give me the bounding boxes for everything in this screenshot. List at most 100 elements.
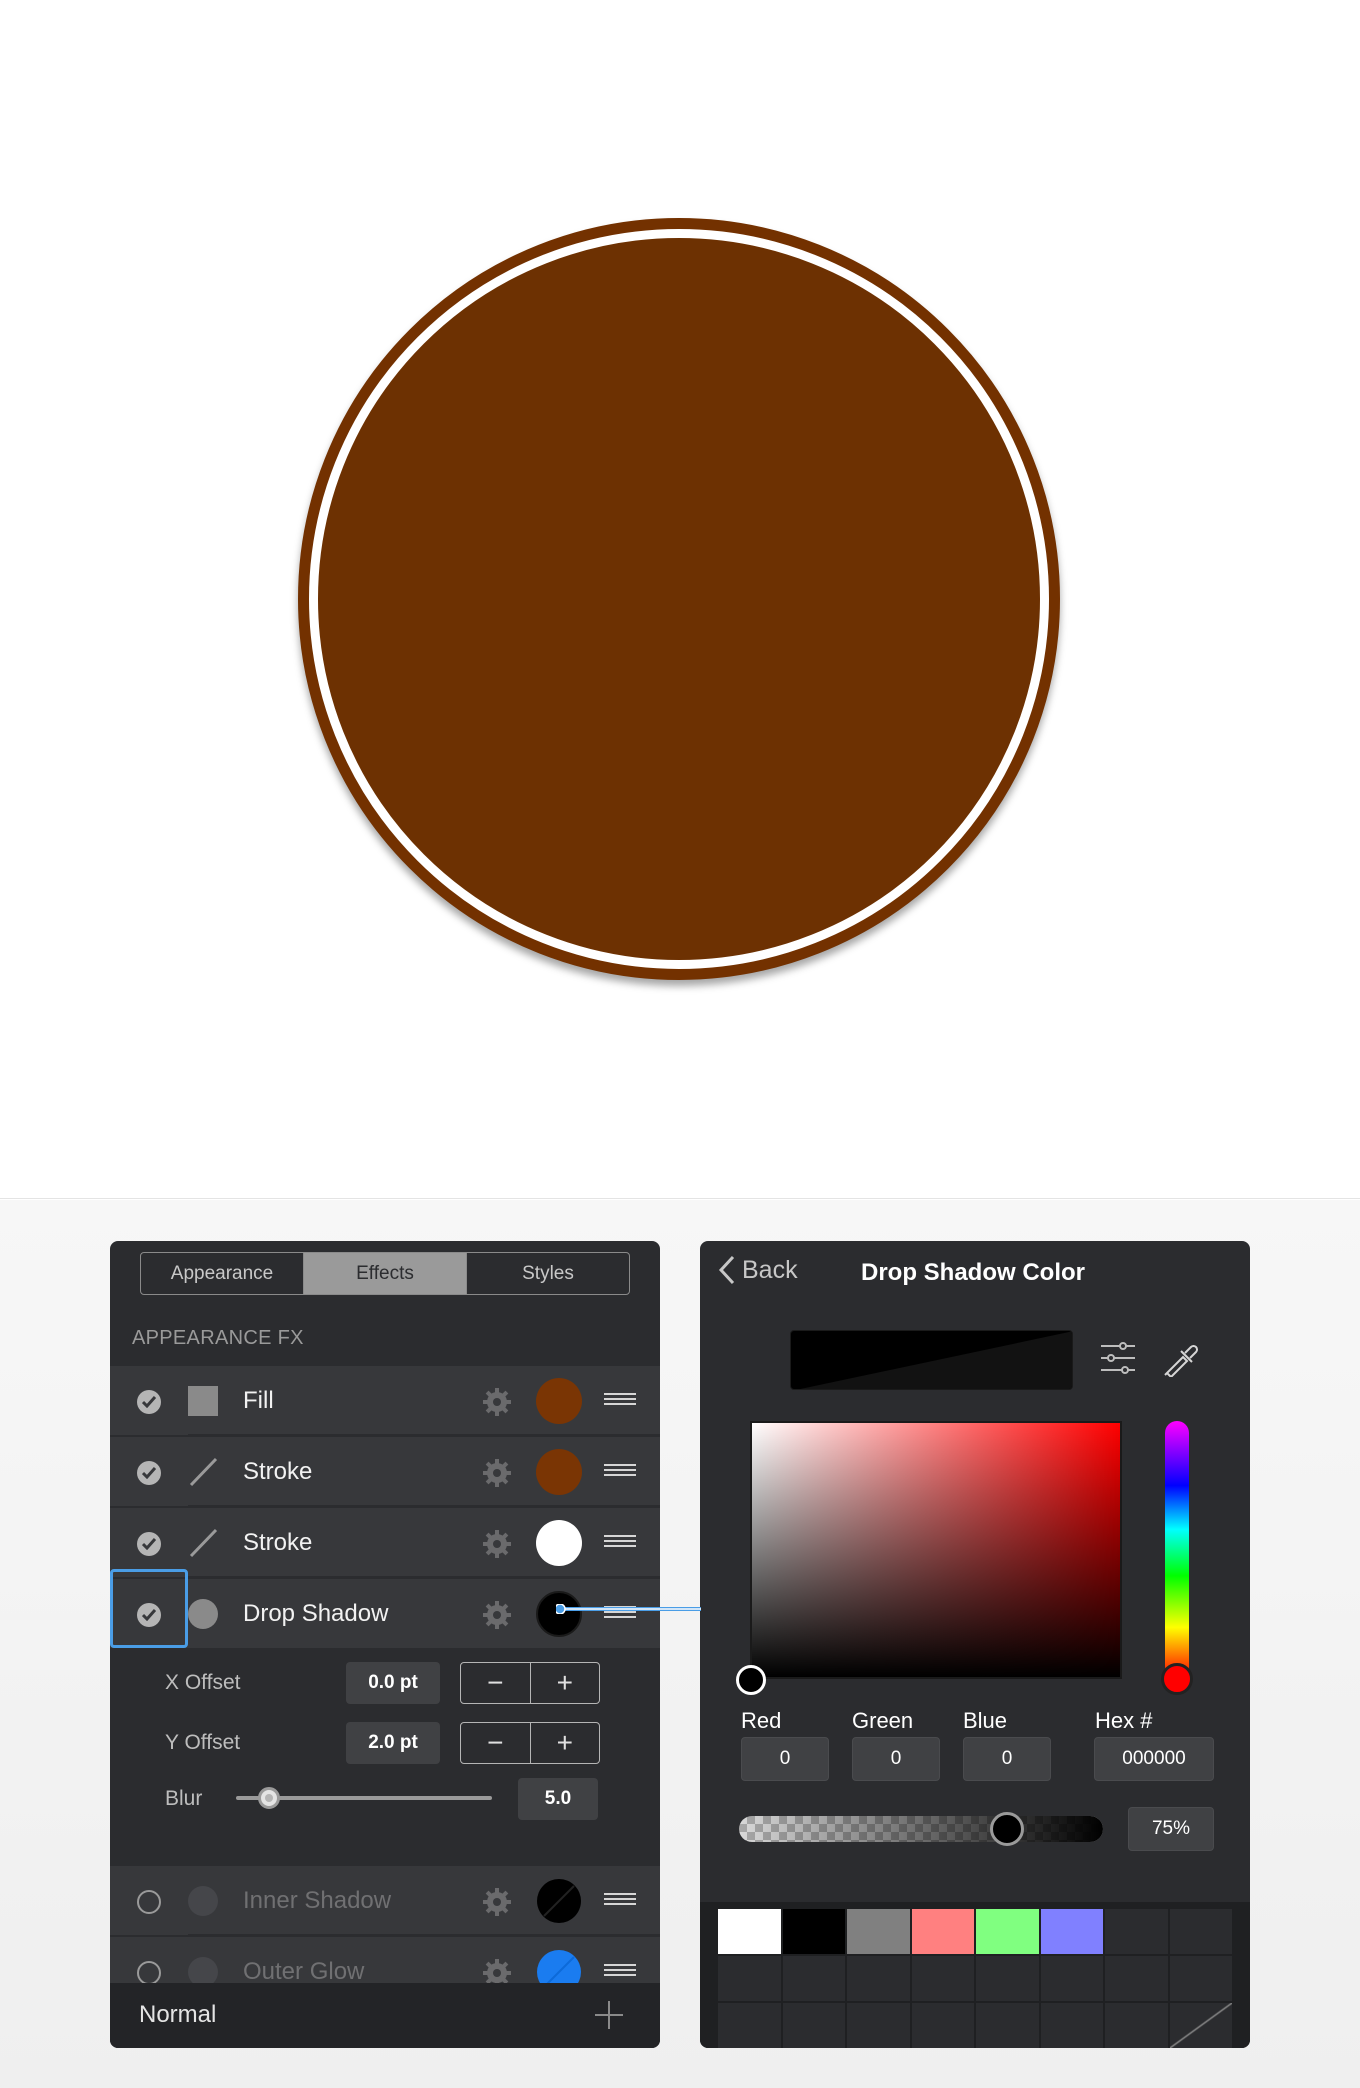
fill-color-swatch[interactable]: [536, 1378, 582, 1424]
shadow-color-swatch[interactable]: [536, 1591, 582, 1637]
toggle-off-icon[interactable]: [137, 1890, 161, 1914]
color-swatch[interactable]: [911, 1909, 974, 1954]
color-swatch[interactable]: [847, 2003, 910, 2048]
panel-title: Drop Shadow Color: [861, 1259, 1085, 1286]
inner-shadow-color-swatch[interactable]: [536, 1878, 582, 1924]
color-swatch[interactable]: [1105, 1909, 1168, 1954]
color-swatch[interactable]: [718, 1909, 781, 1954]
fx-row-fill[interactable]: Fill: [110, 1365, 660, 1435]
panels-area: Appearance Effects Styles APPEARANCE FX …: [0, 1200, 1360, 2088]
sliders-icon[interactable]: [1099, 1338, 1137, 1378]
color-swatch[interactable]: [976, 1956, 1039, 2001]
plus-icon[interactable]: [594, 2000, 624, 2030]
stroke-color-swatch[interactable]: [536, 1520, 582, 1566]
hex-label: Hex #: [1095, 1708, 1153, 1733]
check-icon[interactable]: [137, 1461, 161, 1485]
green-label: Green: [852, 1708, 914, 1733]
color-swatch[interactable]: [1105, 2003, 1168, 2048]
y-offset-field[interactable]: 2.0 pt: [346, 1722, 440, 1764]
blend-mode-selector[interactable]: Normal: [139, 2001, 216, 2029]
color-swatch[interactable]: [718, 2003, 781, 2048]
connector-line: [556, 1604, 701, 1614]
x-offset-stepper: − +: [460, 1662, 600, 1704]
color-panel-header: Back Drop Shadow Color: [700, 1241, 1250, 1308]
drag-handle-icon[interactable]: [604, 1393, 636, 1407]
color-swatch[interactable]: [1040, 2003, 1103, 2048]
color-swatch[interactable]: [847, 1909, 910, 1954]
color-swatch[interactable]: [1169, 1909, 1232, 1954]
color-swatch[interactable]: [847, 1956, 910, 2001]
color-swatch[interactable]: [718, 1956, 781, 2001]
drag-handle-icon[interactable]: [604, 1893, 636, 1907]
hex-field[interactable]: 000000: [1094, 1737, 1214, 1781]
fx-label: Drop Shadow: [243, 1600, 389, 1627]
increment-button[interactable]: +: [529, 1663, 600, 1703]
shadow-circle-icon: [188, 1886, 218, 1916]
gear-icon[interactable]: [482, 1887, 512, 1917]
panel-footer: Normal: [110, 1983, 660, 2048]
color-swatch[interactable]: [782, 1909, 845, 1954]
color-swatch[interactable]: [911, 1956, 974, 2001]
color-swatch[interactable]: [782, 1956, 845, 2001]
x-offset-field[interactable]: 0.0 pt: [346, 1662, 440, 1704]
drag-handle-icon[interactable]: [604, 1464, 636, 1478]
toggle-off-icon[interactable]: [137, 1961, 161, 1985]
check-icon[interactable]: [137, 1390, 161, 1414]
color-picker-panel: Back Drop Shadow Color Red Green Blue He…: [700, 1241, 1250, 2048]
shadow-circle-icon: [188, 1599, 218, 1629]
divider: [188, 1576, 660, 1577]
divider: [188, 1934, 660, 1935]
hue-slider[interactable]: [1165, 1421, 1189, 1679]
fx-label: Stroke: [243, 1458, 313, 1485]
opacity-slider-thumb[interactable]: [990, 1812, 1024, 1846]
tab-effects[interactable]: Effects: [303, 1253, 466, 1294]
color-swatch[interactable]: [1040, 1956, 1103, 2001]
back-button[interactable]: Back: [718, 1255, 798, 1285]
blur-slider-thumb[interactable]: [257, 1787, 280, 1809]
blue-label: Blue: [963, 1708, 1008, 1733]
color-swatch[interactable]: [1040, 1909, 1103, 1954]
artboard-canvas[interactable]: [0, 0, 1360, 1199]
check-icon[interactable]: [137, 1532, 161, 1556]
tab-styles[interactable]: Styles: [466, 1253, 629, 1294]
gear-icon[interactable]: [482, 1600, 512, 1630]
red-field[interactable]: 0: [741, 1737, 829, 1781]
saturation-brightness-picker[interactable]: [750, 1421, 1122, 1679]
stroke-color-swatch[interactable]: [536, 1449, 582, 1495]
tab-appearance[interactable]: Appearance: [141, 1253, 303, 1294]
hue-slider-thumb[interactable]: [1161, 1663, 1193, 1695]
gear-icon[interactable]: [482, 1458, 512, 1488]
color-swatch[interactable]: [782, 2003, 845, 2048]
fx-row-stroke[interactable]: Stroke: [110, 1436, 660, 1506]
back-label: Back: [742, 1255, 798, 1284]
fx-row-inner-shadow[interactable]: Inner Shadow: [110, 1865, 660, 1935]
color-swatch[interactable]: [1105, 1956, 1168, 2001]
drag-handle-icon[interactable]: [604, 1535, 636, 1549]
opacity-slider[interactable]: [739, 1816, 1103, 1842]
decrement-button[interactable]: −: [461, 1663, 530, 1703]
fx-row-stroke-2[interactable]: Stroke: [110, 1507, 660, 1577]
appearance-panel: Appearance Effects Styles APPEARANCE FX …: [110, 1241, 660, 2048]
fx-label: Inner Shadow: [243, 1887, 392, 1914]
blue-field[interactable]: 0: [963, 1737, 1051, 1781]
swatch-grid: [718, 1909, 1232, 2048]
brown-circle-shape[interactable]: [298, 218, 1060, 980]
color-swatch[interactable]: [976, 1909, 1039, 1954]
increment-button[interactable]: +: [529, 1723, 600, 1763]
color-picker-cursor[interactable]: [736, 1665, 766, 1695]
green-field[interactable]: 0: [852, 1737, 940, 1781]
decrement-button[interactable]: −: [461, 1723, 530, 1763]
x-offset-label: X Offset: [165, 1671, 241, 1694]
color-swatch[interactable]: [976, 2003, 1039, 2048]
gear-icon[interactable]: [482, 1529, 512, 1559]
selected-effect-highlight: [110, 1569, 188, 1648]
no-color-swatch[interactable]: [1169, 2003, 1232, 2048]
section-title: APPEARANCE FX: [132, 1327, 304, 1349]
blur-field[interactable]: 5.0: [518, 1778, 598, 1820]
opacity-field[interactable]: 75%: [1128, 1807, 1214, 1851]
drag-handle-icon[interactable]: [604, 1964, 636, 1978]
color-swatch[interactable]: [911, 2003, 974, 2048]
gear-icon[interactable]: [482, 1387, 512, 1417]
eyedropper-icon[interactable]: [1161, 1337, 1199, 1377]
color-swatch[interactable]: [1169, 1956, 1232, 2001]
